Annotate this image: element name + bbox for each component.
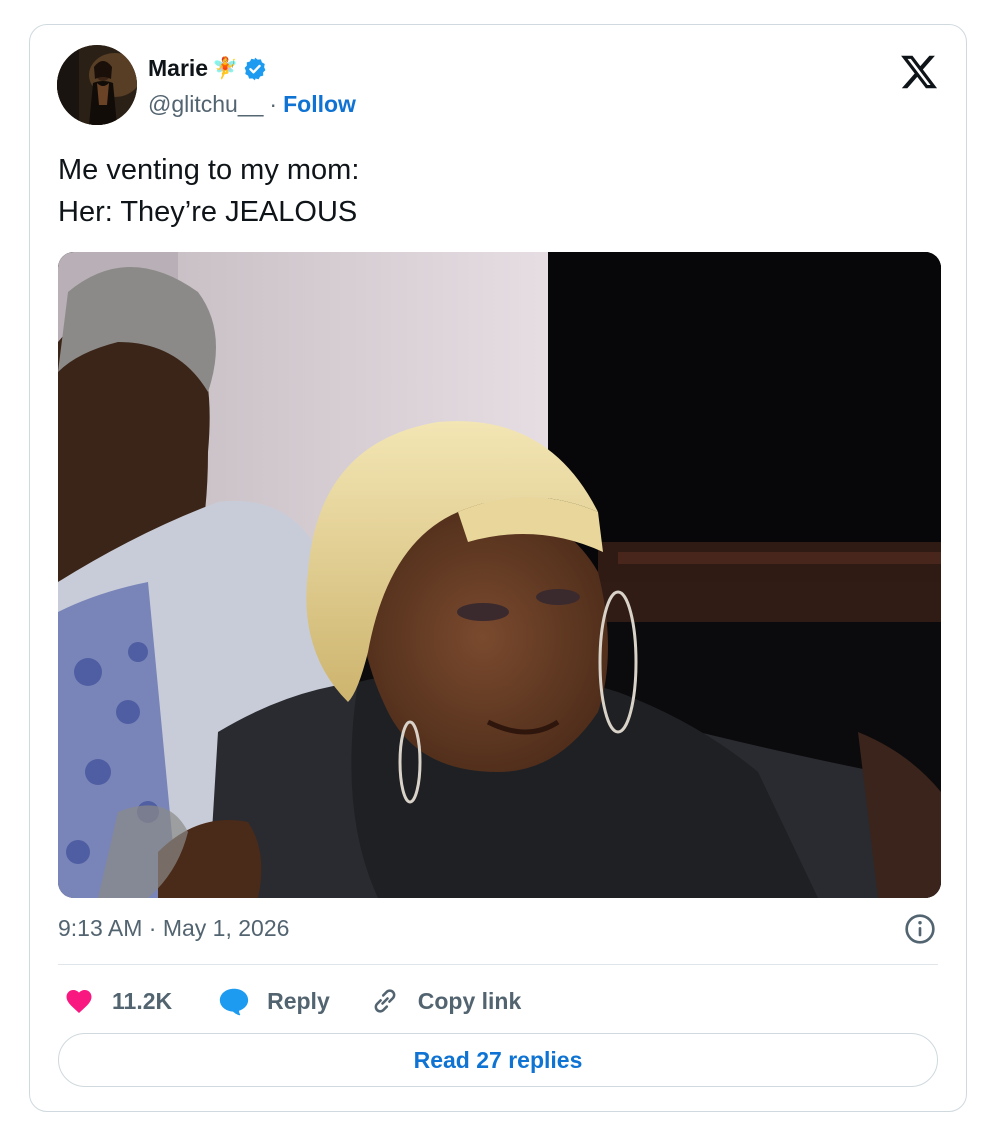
read-replies-button[interactable]: Read 27 replies [58,1033,938,1087]
link-icon [374,989,396,1013]
like-count: 11.2K [112,987,173,1014]
tweet-photo[interactable] [58,252,941,898]
reply-bubble-icon [219,988,249,1016]
reply-button[interactable]: Reply [218,986,330,1016]
tweet-timestamp[interactable]: 9:13 AM · May 1, 2026 [58,915,289,942]
separator-dot: · [269,91,278,117]
name-emoji: 🧚 [212,56,239,80]
tweet-text: Me venting to my mom: Her: They’re JEALO… [58,149,359,233]
like-button[interactable]: 11.2K [64,986,172,1016]
tweet-text-line: Me venting to my mom: [58,154,360,186]
avatar[interactable] [57,45,137,125]
photo-image [58,252,941,898]
reply-label: Reply [267,987,330,1014]
copy-link-button[interactable]: Copy link [370,986,522,1016]
heart-icon [66,990,92,1013]
x-logo-icon[interactable] [899,52,939,92]
author-name[interactable]: Marie [148,55,208,82]
avatar-image [57,45,137,125]
action-bar: 11.2K Reply Copy link [64,981,521,1021]
follow-button[interactable]: Follow [283,91,356,118]
divider [58,964,938,965]
tweet-card: Marie 🧚 @glitchu__ · Follow Me venting t… [29,24,967,1112]
verified-badge-icon [244,57,266,80]
info-icon[interactable] [904,913,936,945]
author-handle[interactable]: @glitchu__ [148,91,263,118]
author-name-row: Marie 🧚 [148,55,268,82]
author-handle-row: @glitchu__ · Follow [148,91,356,118]
copy-link-label: Copy link [417,987,522,1014]
tweet-text-line: Her: They’re JEALOUS [58,196,358,228]
